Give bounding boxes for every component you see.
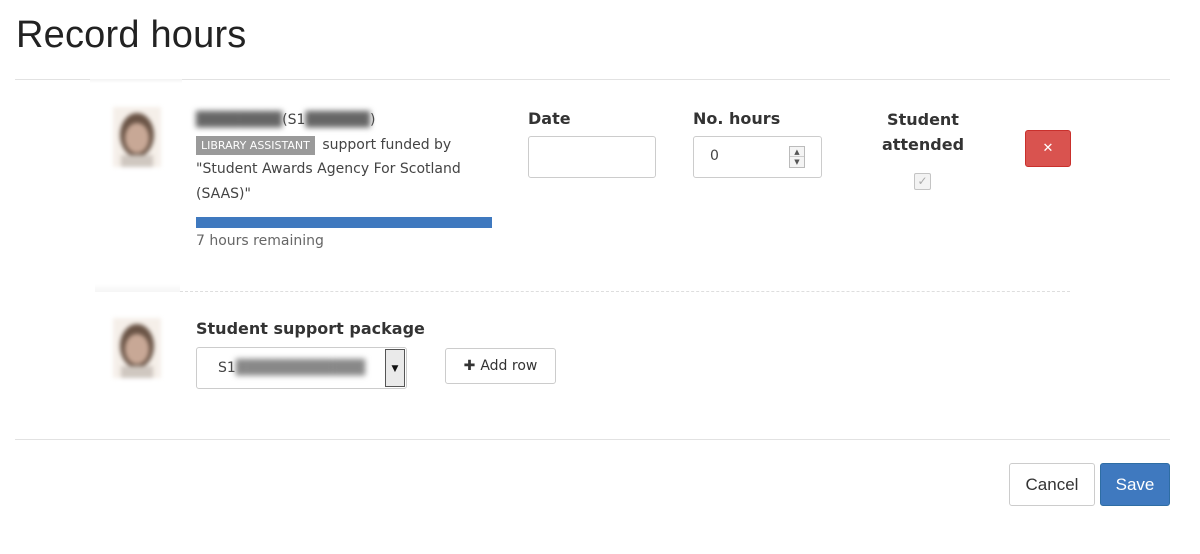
student-avatar-package xyxy=(113,318,161,378)
hours-spinner[interactable]: ▲ ▼ xyxy=(789,146,805,168)
hours-remaining: 7 hours remaining xyxy=(196,233,324,249)
row-separator-shadow xyxy=(95,284,180,292)
attended-checkbox[interactable]: ✓ xyxy=(914,173,931,190)
save-button[interactable]: Save xyxy=(1100,463,1170,506)
date-input[interactable] xyxy=(528,136,656,178)
hours-progress-bar xyxy=(196,217,492,228)
student-id-prefix: (S1 xyxy=(282,112,306,128)
check-icon: ✓ xyxy=(917,174,928,188)
divider-shadow xyxy=(90,79,182,83)
student-id: ██████ xyxy=(305,112,371,128)
hours-input[interactable]: 0 ▲ ▼ xyxy=(693,136,822,178)
date-label: Date xyxy=(528,109,571,128)
footer-divider xyxy=(15,439,1170,440)
support-package-label: Student support package xyxy=(196,319,425,338)
caret-up-icon[interactable]: ▲ xyxy=(790,147,804,157)
attended-label: Student attended xyxy=(881,110,965,154)
page-title: Record hours xyxy=(16,14,247,56)
hours-label: No. hours xyxy=(693,109,781,128)
support-type-badge: LIBRARY ASSISTANT xyxy=(196,135,315,155)
support-package-select[interactable]: S1████████████ ▼ xyxy=(196,347,407,389)
cancel-button[interactable]: Cancel xyxy=(1009,463,1095,506)
student-info: ████████(S1██████) LIBRARY ASSISTANT sup… xyxy=(196,108,496,206)
close-icon: ✕ xyxy=(1042,141,1054,156)
plus-icon: ✚ xyxy=(463,358,476,374)
remove-row-button[interactable]: ✕ xyxy=(1025,130,1071,167)
add-row-label: Add row xyxy=(480,358,538,374)
header-divider xyxy=(15,79,1170,80)
hours-value: 0 xyxy=(710,148,719,164)
student-id-suffix: ) xyxy=(370,112,376,128)
student-avatar xyxy=(113,107,161,167)
caret-down-icon[interactable]: ▼ xyxy=(790,157,804,167)
add-row-button[interactable]: ✚ Add row xyxy=(445,348,556,384)
student-name: ████████ xyxy=(196,112,283,128)
row-separator xyxy=(180,291,1070,292)
support-package-value: S1████████████ xyxy=(218,360,365,376)
chevron-down-icon[interactable]: ▼ xyxy=(385,349,405,387)
